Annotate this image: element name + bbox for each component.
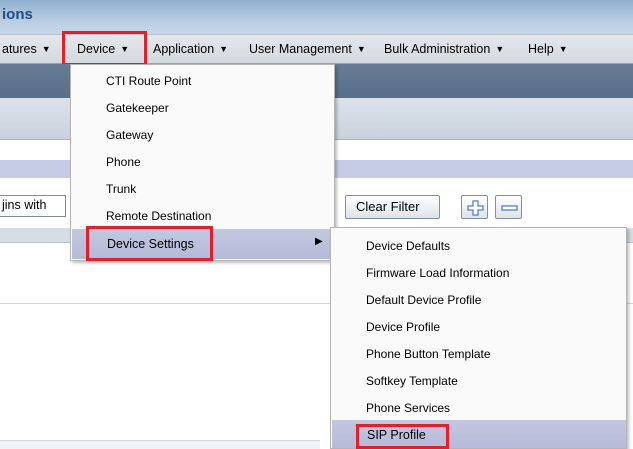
- caret-down-icon: ▼: [41, 44, 51, 54]
- menu-item-softkey-template[interactable]: Softkey Template: [366, 374, 458, 388]
- add-filter-button[interactable]: [461, 195, 488, 219]
- filter-operator-select[interactable]: jins with: [0, 195, 66, 217]
- clear-filter-button[interactable]: Clear Filter: [345, 195, 440, 219]
- menu-item-device-profile[interactable]: Device Profile: [366, 320, 440, 334]
- menu-features-label: atures: [2, 42, 37, 56]
- plus-icon: [467, 200, 484, 216]
- menu-item-firmware-load-information[interactable]: Firmware Load Information: [366, 266, 509, 280]
- menu-features[interactable]: atures ▼: [2, 42, 51, 56]
- menu-item-phone-button-template[interactable]: Phone Button Template: [366, 347, 491, 361]
- caret-down-icon: ▼: [558, 44, 568, 54]
- page-title: ions: [2, 6, 33, 23]
- sip-profile-highlight: [356, 424, 449, 449]
- menu-item-device-defaults[interactable]: Device Defaults: [366, 239, 450, 253]
- minus-icon: [501, 205, 518, 211]
- menu-bulk-administration-label: Bulk Administration: [384, 42, 491, 56]
- caret-down-icon: ▼: [495, 44, 505, 54]
- status-bar: [0, 440, 320, 449]
- menu-help-label: Help: [528, 42, 554, 56]
- menu-item-phone[interactable]: Phone: [106, 155, 141, 169]
- menu-item-cti-route-point[interactable]: CTI Route Point: [106, 74, 191, 88]
- device-menu-highlight: [62, 31, 147, 66]
- menu-item-trunk[interactable]: Trunk: [106, 182, 136, 196]
- menu-item-default-device-profile[interactable]: Default Device Profile: [366, 293, 481, 307]
- menu-item-remote-destination[interactable]: Remote Destination: [106, 209, 211, 223]
- remove-filter-button[interactable]: [495, 195, 522, 219]
- device-settings-highlight: [86, 226, 213, 261]
- device-settings-submenu: Device Defaults Firmware Load Informatio…: [330, 227, 627, 449]
- menu-item-gateway[interactable]: Gateway: [106, 128, 153, 142]
- menu-application[interactable]: Application ▼: [153, 42, 228, 56]
- menu-user-management-label: User Management: [249, 42, 352, 56]
- menu-item-gatekeeper[interactable]: Gatekeeper: [106, 101, 169, 115]
- caret-down-icon: ▼: [356, 44, 366, 54]
- menu-help[interactable]: Help ▼: [528, 42, 568, 56]
- menu-bulk-administration[interactable]: Bulk Administration ▼: [384, 42, 504, 56]
- menu-user-management[interactable]: User Management ▼: [249, 42, 366, 56]
- submenu-arrow-icon: ▶: [315, 236, 323, 247]
- caret-down-icon: ▼: [219, 44, 229, 54]
- menu-item-phone-services[interactable]: Phone Services: [366, 401, 450, 415]
- title-band: ions: [0, 0, 633, 34]
- menu-application-label: Application: [153, 42, 215, 56]
